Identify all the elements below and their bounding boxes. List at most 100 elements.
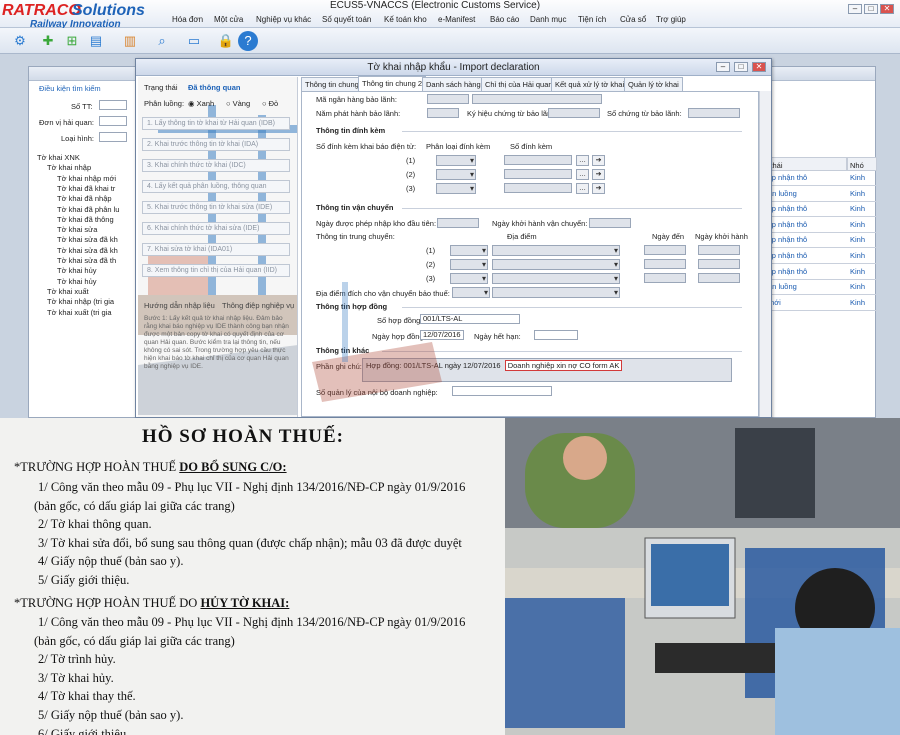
action-button[interactable]: 7. Khai sửa tờ khai (IDA01) xyxy=(142,243,290,256)
grid-cell-group[interactable]: Kinh xyxy=(850,204,865,213)
menu-tien-ich[interactable]: Tiện ích xyxy=(578,15,606,24)
content-scrollbar[interactable] xyxy=(759,91,771,417)
transit-place-select[interactable] xyxy=(492,259,620,270)
dialog-maximize-button[interactable]: □ xyxy=(734,62,748,72)
lock-icon[interactable]: 🔒 xyxy=(216,31,236,51)
close-button[interactable]: ✕ xyxy=(880,4,894,14)
menu-danh-muc[interactable]: Danh mục xyxy=(530,15,566,24)
menu-so-quyet-toan[interactable]: Số quyết toán xyxy=(322,15,371,24)
tree-node[interactable]: Tờ khai sửa xyxy=(57,225,97,234)
tree-node[interactable]: Tờ khai XNK xyxy=(37,153,80,162)
transit-depart-input[interactable] xyxy=(698,245,740,255)
grid-cell-group[interactable]: Kinh xyxy=(850,173,865,182)
tree-node[interactable]: Tờ khai nhập (tri gia xyxy=(47,297,114,306)
attach-type-select[interactable] xyxy=(436,155,476,166)
grid-cell-group[interactable]: Kinh xyxy=(850,267,865,276)
transit-code-select[interactable] xyxy=(450,245,488,256)
document-icon[interactable]: ▤ xyxy=(86,31,106,51)
chart-icon[interactable]: ▥ xyxy=(120,31,140,51)
transit-place-select[interactable] xyxy=(492,245,620,256)
loai-hinh-input[interactable] xyxy=(99,132,127,142)
grid-cell-group[interactable]: Kinh xyxy=(850,189,865,198)
attach-upload-icon[interactable]: ➔ xyxy=(592,169,605,180)
tree-node[interactable]: Tờ khai sửa đã kh xyxy=(57,235,118,244)
menu-tro-giup[interactable]: Trợ giúp xyxy=(656,15,686,24)
destination-name-select[interactable] xyxy=(492,287,620,298)
lane-radio-xanh[interactable]: ◉ Xanh xyxy=(188,99,214,108)
grid-cell-group[interactable]: Kinh xyxy=(850,235,865,244)
transit-code-select[interactable] xyxy=(450,259,488,270)
dialog-minimize-button[interactable]: – xyxy=(716,62,730,72)
help-icon[interactable]: ? xyxy=(238,31,258,51)
action-button[interactable]: 8. Xem thông tin chỉ thị của Hải quan (I… xyxy=(142,264,290,277)
attach-number-input[interactable] xyxy=(504,169,572,179)
transit-arrive-input[interactable] xyxy=(644,259,686,269)
menu-emanifest[interactable]: e-Manifest xyxy=(438,15,475,24)
bank-code-input[interactable] xyxy=(427,94,469,104)
lane-radio-do[interactable]: ○ Đỏ xyxy=(262,99,278,108)
tree-node[interactable]: Tờ khai nhập xyxy=(47,163,91,172)
tab-quan-ly-to-khai[interactable]: Quản lý tờ khai xyxy=(624,77,683,91)
tree-node[interactable]: Tờ khai đã phân lu xyxy=(57,205,119,214)
doc-symbol-input[interactable] xyxy=(548,108,600,118)
action-button[interactable]: 3. Khai chính thức tờ khai (IDC) xyxy=(142,159,290,172)
add-list-icon[interactable]: ⊞ xyxy=(62,31,82,51)
dialog-close-button[interactable]: ✕ xyxy=(752,62,766,72)
transit-place-select[interactable] xyxy=(492,273,620,284)
gear-icon[interactable]: ⚙ xyxy=(10,31,30,51)
attach-upload-icon[interactable]: ➔ xyxy=(592,155,605,166)
tree-node[interactable]: Tờ khai đã thông xyxy=(57,215,114,224)
attach-number-input[interactable] xyxy=(504,155,572,165)
tree-node[interactable]: Tờ khai xuất (tri gia xyxy=(47,308,112,317)
action-button[interactable]: 4. Lấy kết quả phân luồng, thông quan xyxy=(142,180,290,193)
tree-node[interactable]: Tờ khai hủy xyxy=(57,266,97,275)
menu-nghiep-vu-khac[interactable]: Nghiệp vụ khác xyxy=(256,15,311,24)
lane-radio-vang[interactable]: ○ Vàng xyxy=(226,99,250,108)
search-icon[interactable]: ⌕ xyxy=(152,31,172,51)
grid-cell-group[interactable]: Kinh xyxy=(850,282,865,291)
transit-depart-input[interactable] xyxy=(698,259,740,269)
browse-button[interactable]: … xyxy=(576,155,589,166)
tree-node[interactable]: Tờ khai hủy xyxy=(57,277,97,286)
menu-bao-cao[interactable]: Báo cáo xyxy=(490,15,519,24)
menu-hoa-don[interactable]: Hóa đơn xyxy=(172,15,203,24)
grid-cell-group[interactable]: Kinh xyxy=(850,251,865,260)
action-button[interactable]: 6. Khai chính thức tờ khai sửa (IDE) xyxy=(142,222,290,235)
action-button[interactable]: 2. Khai trước thông tin tờ khai (IDA) xyxy=(142,138,290,151)
transit-code-select[interactable] xyxy=(450,273,488,284)
browse-button[interactable]: … xyxy=(576,169,589,180)
doc-number-input[interactable] xyxy=(688,108,740,118)
tab-ket-qua-xu-ly[interactable]: Kết quả xử lý tờ khai xyxy=(551,77,629,91)
bank-name-input[interactable] xyxy=(472,94,602,104)
grid-cell-group[interactable]: Kinh xyxy=(850,220,865,229)
tree-node[interactable]: Tờ khai sửa đã kh xyxy=(57,246,118,255)
attach-number-input[interactable] xyxy=(504,183,572,193)
issue-year-input[interactable] xyxy=(427,108,459,118)
message-tab[interactable]: Thông điệp nghiệp vụ xyxy=(222,301,294,310)
browse-button[interactable]: … xyxy=(576,183,589,194)
tree-node[interactable]: Tờ khai đã nhập xyxy=(57,194,112,203)
attach-upload-icon[interactable]: ➔ xyxy=(592,183,605,194)
destination-code-select[interactable] xyxy=(452,287,490,298)
guide-tab[interactable]: Hướng dẫn nhập liệu xyxy=(144,301,215,310)
tree-node[interactable]: Tờ khai đã khai tr xyxy=(57,184,115,193)
attach-type-select[interactable] xyxy=(436,183,476,194)
so-tt-input[interactable] xyxy=(99,100,127,110)
expiry-input[interactable] xyxy=(534,330,578,340)
don-vi-input[interactable] xyxy=(99,116,127,126)
tab-chi-thi-hai-quan[interactable]: Chỉ thị của Hải quan xyxy=(481,77,557,91)
tree-node[interactable]: Tờ khai xuất xyxy=(47,287,89,296)
tree-node[interactable]: Tờ khai sửa đã th xyxy=(57,256,116,265)
tab-thong-tin-chung-2[interactable]: Thông tin chung 2 xyxy=(358,76,427,91)
transport-start-input[interactable] xyxy=(589,218,631,228)
tab-thong-tin-chung[interactable]: Thông tin chung xyxy=(301,77,363,91)
minimize-button[interactable]: – xyxy=(848,4,862,14)
menu-mot-cua[interactable]: Một cửa xyxy=(214,15,243,24)
transit-arrive-input[interactable] xyxy=(644,273,686,283)
maximize-button[interactable]: □ xyxy=(864,4,878,14)
internal-no-input[interactable] xyxy=(452,386,552,396)
add-icon[interactable]: ✚ xyxy=(38,31,58,51)
action-button[interactable]: 5. Khai trước thông tin tờ khai sửa (IDE… xyxy=(142,201,290,214)
transit-arrive-input[interactable] xyxy=(644,245,686,255)
first-warehouse-date-input[interactable] xyxy=(437,218,479,228)
